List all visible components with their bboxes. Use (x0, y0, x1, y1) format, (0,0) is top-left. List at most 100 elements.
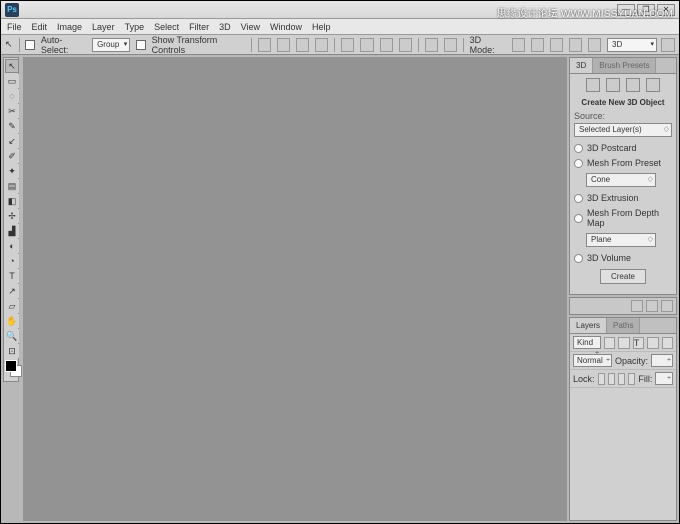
auto-select-dropdown[interactable]: Group (92, 38, 130, 52)
eyedropper-tool[interactable]: ✎ (5, 119, 19, 133)
fill-input[interactable] (655, 372, 673, 385)
depth-map-dropdown[interactable]: Plane (586, 233, 656, 247)
3d-mode-icon[interactable] (512, 38, 525, 52)
gradient-tool[interactable]: ✢ (5, 209, 19, 223)
show-transform-checkbox[interactable] (136, 40, 145, 50)
history-brush-tool[interactable]: ▤ (5, 179, 19, 193)
right-panels: 3D Brush Presets Create New 3D Object So… (569, 57, 677, 521)
align-icon[interactable] (277, 38, 290, 52)
3d-filter-icon[interactable] (586, 78, 600, 92)
3d-filter-icon[interactable] (626, 78, 640, 92)
lock-position-icon[interactable] (618, 373, 625, 385)
distribute-icon[interactable] (380, 38, 393, 52)
type-tool[interactable]: T (5, 269, 19, 283)
3d-mode-icon[interactable] (569, 38, 582, 52)
tool-indicator-icon: ↖ (5, 39, 13, 50)
stamp-tool[interactable]: ✦ (5, 164, 19, 178)
pen-tool[interactable]: ◔ (5, 254, 19, 268)
shape-tool[interactable]: ▱ (5, 299, 19, 313)
menu-3d[interactable]: 3D (219, 22, 231, 32)
menu-help[interactable]: Help (312, 22, 331, 32)
lock-pixels-icon[interactable] (608, 373, 615, 385)
move-tool[interactable]: ↖ (5, 59, 19, 73)
dodge-tool[interactable]: ◐ (5, 239, 19, 253)
blend-mode-dropdown[interactable]: Normal (573, 354, 612, 367)
option-mesh-preset[interactable]: Mesh From Preset (574, 158, 672, 168)
foreground-color[interactable] (5, 360, 17, 372)
healing-tool[interactable]: ↙ (5, 134, 19, 148)
marquee-tool[interactable]: ▭ (5, 74, 19, 88)
tab-layers[interactable]: Layers (570, 318, 607, 333)
menu-layer[interactable]: Layer (92, 22, 115, 32)
option-depth-map[interactable]: Mesh From Depth Map (574, 208, 672, 228)
menu-select[interactable]: Select (154, 22, 179, 32)
menu-image[interactable]: Image (57, 22, 82, 32)
opacity-input[interactable] (651, 354, 673, 367)
color-swatches[interactable] (5, 360, 17, 380)
distribute-icon[interactable] (399, 38, 412, 52)
option-3d-postcard[interactable]: 3D Postcard (574, 143, 672, 153)
brush-tool[interactable]: ✐ (5, 149, 19, 163)
menu-filter[interactable]: Filter (189, 22, 209, 32)
kind-dropdown[interactable]: Kind (573, 336, 601, 349)
lock-transparency-icon[interactable] (598, 373, 605, 385)
menu-file[interactable]: File (7, 22, 22, 32)
tab-brush-presets[interactable]: Brush Presets (593, 58, 656, 73)
arrange-icon[interactable] (444, 38, 457, 52)
option-3d-extrusion[interactable]: 3D Extrusion (574, 193, 672, 203)
distribute-icon[interactable] (341, 38, 354, 52)
separator (19, 38, 20, 52)
canvas-area[interactable] (23, 57, 567, 521)
filter-adjust-icon[interactable] (618, 337, 629, 349)
strip-icon[interactable] (631, 300, 643, 312)
3d-filter-icon[interactable] (606, 78, 620, 92)
arrange-icon[interactable] (425, 38, 438, 52)
3d-mode-icon[interactable] (550, 38, 563, 52)
option-label: Mesh From Depth Map (587, 208, 672, 228)
source-dropdown[interactable]: Selected Layer(s) (574, 123, 672, 137)
radio-icon (574, 214, 583, 223)
3d-mode-icon[interactable] (531, 38, 544, 52)
radio-icon (574, 144, 583, 153)
option-3d-volume[interactable]: 3D Volume (574, 253, 672, 263)
options-bar: ↖ Auto-Select: Group Show Transform Cont… (1, 35, 679, 55)
menu-type[interactable]: Type (125, 22, 145, 32)
align-icon[interactable] (315, 38, 328, 52)
menu-icon[interactable] (661, 300, 673, 312)
tab-3d[interactable]: 3D (570, 58, 593, 73)
trash-icon[interactable] (646, 300, 658, 312)
menu-edit[interactable]: Edit (32, 22, 48, 32)
path-tool[interactable]: ↗ (5, 284, 19, 298)
menu-window[interactable]: Window (270, 22, 302, 32)
separator (463, 38, 464, 52)
3d-mode-icon[interactable] (588, 38, 601, 52)
source-label: Source: (574, 111, 672, 121)
crop-tool[interactable]: ✂ (5, 104, 19, 118)
lasso-tool[interactable]: ◌ (5, 89, 19, 103)
distribute-icon[interactable] (360, 38, 373, 52)
auto-select-checkbox[interactable] (25, 40, 34, 50)
filter-pixel-icon[interactable] (604, 337, 615, 349)
align-icon[interactable] (258, 38, 271, 52)
tab-paths[interactable]: Paths (607, 318, 640, 333)
3d-filter-icon[interactable] (646, 78, 660, 92)
toolbox: ↖ ▭ ◌ ✂ ✎ ↙ ✐ ✦ ▤ ◧ ✢ ▟ ◐ ◔ T ↗ ▱ ✋ 🔍 ⊡ (3, 57, 19, 382)
quickmask-tool[interactable]: ⊡ (5, 344, 19, 358)
separator (334, 38, 335, 52)
filter-smart-icon[interactable] (662, 337, 673, 349)
eraser-tool[interactable]: ◧ (5, 194, 19, 208)
zoom-tool[interactable]: 🔍 (5, 329, 19, 343)
hand-tool[interactable]: ✋ (5, 314, 19, 328)
lock-all-icon[interactable] (628, 373, 635, 385)
create-button[interactable]: Create (600, 269, 646, 284)
filter-type-icon[interactable]: T (633, 337, 644, 349)
menu-bar: File Edit Image Layer Type Select Filter… (1, 19, 679, 35)
mesh-preset-dropdown[interactable]: Cone (586, 173, 656, 187)
watermark-text: 思缘设计论坛 WWW.MISSYUAN.COM (497, 5, 673, 20)
workspace-dropdown[interactable]: 3D (607, 38, 657, 52)
align-icon[interactable] (296, 38, 309, 52)
blur-tool[interactable]: ▟ (5, 224, 19, 238)
filter-shape-icon[interactable] (647, 337, 658, 349)
workspace-menu-icon[interactable] (661, 38, 675, 52)
menu-view[interactable]: View (241, 22, 260, 32)
